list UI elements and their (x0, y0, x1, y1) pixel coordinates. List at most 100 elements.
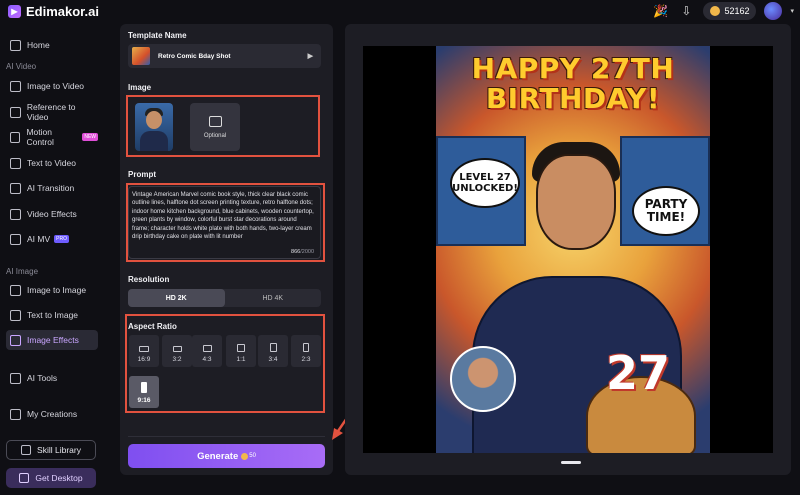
transition-icon (10, 182, 21, 194)
sidebar-item-label: My Creations (27, 409, 78, 419)
user-avatar[interactable] (764, 2, 783, 20)
get-desktop-button[interactable]: Get Desktop (6, 468, 96, 488)
aspect-9-16[interactable]: 9:16 (129, 376, 159, 408)
reference-icon (10, 106, 21, 118)
aspect-3-2[interactable]: 3:2 (162, 335, 192, 367)
resolution-toggle: HD 2K HD 4K (128, 289, 321, 307)
sidebar-item-video-effects[interactable]: Video Effects (6, 204, 98, 224)
aspect-4-3[interactable]: 4:3 (192, 335, 222, 367)
skill-library-label: Skill Library (37, 445, 81, 455)
sidebar-item-label: AI Transition (27, 183, 75, 193)
app-name: Edimakor.ai (26, 3, 99, 19)
sidebar-item-image-to-image[interactable]: Image to Image (6, 280, 98, 300)
sidebar-item-label: Motion Control (26, 127, 54, 147)
resolution-hd2k[interactable]: HD 2K (128, 289, 225, 307)
drag-handle[interactable] (561, 461, 581, 464)
settings-panel: Template Name Retro Comic Bday Shot ▶ Im… (120, 24, 333, 475)
add-optional-image-button[interactable]: Optional (190, 103, 240, 151)
credits-badge[interactable]: 52162 (703, 2, 757, 20)
logo-icon: ▶ (8, 4, 21, 18)
prompt-label: Prompt (128, 170, 156, 179)
sidebar-item-label: Video Effects (27, 209, 77, 219)
generate-label: Generate (197, 450, 239, 462)
preview-stage: HAPPY 27TH BIRTHDAY! LEVEL 27 UNLOCKED! … (363, 46, 773, 453)
sidebar-item-ai-transition[interactable]: AI Transition (6, 178, 98, 198)
image-to-video-icon (10, 80, 21, 92)
sidebar-item-text-to-image[interactable]: Text to Image (6, 305, 98, 325)
get-desktop-label: Get Desktop (35, 473, 83, 483)
text-image-icon (10, 309, 21, 321)
sidebar-item-image-effects[interactable]: Image Effects (6, 330, 98, 350)
template-value: Retro Comic Bday Shot (158, 52, 231, 60)
library-icon (21, 445, 32, 455)
prompt-textarea[interactable]: Vintage American Marvel comic book style… (128, 186, 321, 259)
sidebar-item-reference-to-video[interactable]: Reference to Video (6, 102, 98, 122)
sidebar: Home AI Video Image to Video Reference t… (0, 22, 110, 495)
gift-icon[interactable]: 🎉 (651, 2, 669, 20)
sidebar-item-label: Image Effects (27, 335, 79, 345)
chevron-down-icon[interactable]: ▾ (790, 7, 794, 15)
template-thumbnail (132, 47, 150, 65)
prompt-counter: 866/2000 (291, 248, 314, 255)
uploaded-image-thumbnail[interactable] (135, 103, 173, 151)
sidebar-item-my-creations[interactable]: My Creations (6, 404, 98, 424)
aspect-ratio-label: Aspect Ratio (128, 322, 177, 331)
mv-icon (10, 233, 21, 245)
speech-bubble-left: LEVEL 27 UNLOCKED! (450, 158, 520, 208)
app-logo[interactable]: ▶ Edimakor.ai (8, 4, 99, 19)
effects-icon (10, 208, 21, 220)
section-ai-video: AI Video (6, 62, 37, 71)
tools-icon (10, 372, 21, 384)
sidebar-item-label: AI MV (27, 234, 51, 244)
divider (128, 436, 325, 437)
add-image-icon (208, 115, 222, 127)
resolution-label: Resolution (128, 275, 170, 284)
resolution-hd4k[interactable]: HD 4K (225, 289, 322, 307)
image-label: Image (128, 83, 152, 92)
sidebar-item-home[interactable]: Home (6, 35, 98, 55)
chevron-right-icon: ▶ (307, 53, 313, 60)
speech-bubble-right: PARTY TIME! (632, 186, 700, 236)
sidebar-item-label: Text to Image (27, 310, 79, 320)
sidebar-item-ai-mv[interactable]: AI MV PRO (6, 229, 98, 249)
optional-label: Optional (203, 132, 227, 139)
sidebar-item-label: Home (27, 40, 50, 50)
top-bar: ▶ Edimakor.ai 🎉 ⇩ 52162 ▾ (0, 0, 800, 22)
reference-face-inset (450, 346, 516, 412)
aspect-1-1[interactable]: 1:1 (226, 335, 256, 367)
aspect-2-3[interactable]: 2:3 (291, 335, 321, 367)
sidebar-item-label: Text to Video (27, 158, 76, 168)
home-icon (10, 39, 21, 51)
prompt-text: Vintage American Marvel comic book style… (132, 192, 314, 241)
image-to-image-icon (10, 284, 21, 296)
coin-icon (710, 6, 721, 16)
sidebar-item-label: Image to Video (27, 81, 85, 91)
folder-icon (10, 408, 21, 420)
skill-library-button[interactable]: Skill Library (6, 440, 96, 460)
generate-button[interactable]: Generate 50 (128, 444, 325, 468)
sidebar-item-motion-control[interactable]: Motion Control NEW (6, 127, 98, 147)
aspect-16-9[interactable]: 16:9 (129, 335, 159, 367)
template-selector[interactable]: Retro Comic Bday Shot ▶ (128, 44, 321, 68)
generate-cost: 50 (249, 453, 256, 459)
new-badge: NEW (82, 133, 98, 141)
sidebar-item-label: Reference to Video (26, 102, 76, 122)
aspect-3-4[interactable]: 3:4 (258, 335, 288, 367)
image-effects-icon (10, 334, 21, 346)
desktop-icon (19, 473, 30, 483)
sidebar-item-ai-tools[interactable]: AI Tools (6, 368, 98, 388)
sidebar-item-label: Image to Image (27, 285, 87, 295)
sidebar-item-image-to-video[interactable]: Image to Video (6, 76, 98, 96)
pro-badge: PRO (54, 235, 69, 243)
sidebar-item-label: AI Tools (27, 373, 58, 383)
preview-panel: HAPPY 27TH BIRTHDAY! LEVEL 27 UNLOCKED! … (345, 24, 791, 475)
cake-number: 27 (606, 346, 671, 400)
generated-image[interactable]: HAPPY 27TH BIRTHDAY! LEVEL 27 UNLOCKED! … (436, 46, 710, 453)
sidebar-item-text-to-video[interactable]: Text to Video (6, 153, 98, 173)
section-ai-image: AI Image (6, 267, 39, 276)
credits-count: 52162 (724, 6, 750, 16)
poster-title: HAPPY 27TH BIRTHDAY! (471, 52, 675, 115)
download-icon[interactable]: ⇩ (677, 2, 695, 20)
text-video-icon (10, 157, 21, 169)
motion-icon (10, 131, 21, 143)
